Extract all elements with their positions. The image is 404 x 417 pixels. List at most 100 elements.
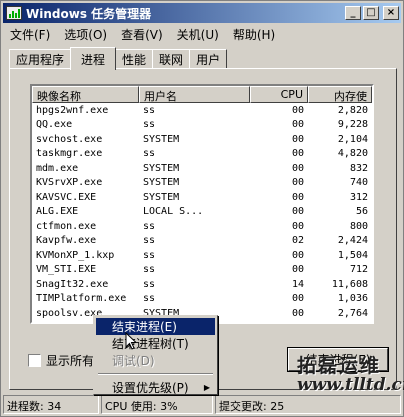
process-user: ss: [143, 264, 156, 276]
process-memory: 16,440: [308, 322, 372, 324]
process-row[interactable]: svchost.exe SYSTEM 00 2,104: [32, 132, 372, 147]
window-title: Windows 任务管理器: [26, 6, 152, 21]
process-name: QQ.exe: [36, 119, 73, 131]
maximize-button[interactable]: □: [363, 6, 379, 20]
tab-networking[interactable]: 联网: [152, 49, 191, 69]
context-end-process-tree[interactable]: 结束进程树(T): [96, 335, 215, 352]
tab-performance[interactable]: 性能: [115, 49, 154, 69]
menu-view[interactable]: 查看(V): [114, 26, 170, 43]
process-list-header: 映像名称 用户名 CPU 内存使: [32, 86, 372, 103]
process-user: ss: [143, 119, 156, 131]
minimize-button[interactable]: _: [345, 6, 361, 20]
process-user: ss: [143, 148, 156, 160]
process-cpu: 00: [291, 264, 304, 276]
menu-options[interactable]: 选项(O): [57, 26, 114, 43]
process-memory: 1,036: [337, 293, 368, 305]
tab-users[interactable]: 用户: [189, 49, 228, 69]
process-memory: 2,104: [337, 133, 368, 145]
tab-strip: 应用程序 进程 性能 联网 用户: [9, 47, 228, 70]
process-cpu: 00: [291, 249, 304, 261]
process-memory: 2,424: [337, 235, 368, 247]
context-set-priority-label: 设置优先级(P): [112, 381, 189, 395]
process-name: ALG.EXE: [36, 206, 79, 218]
context-set-priority[interactable]: 设置优先级(P) ▶: [96, 379, 215, 396]
process-user: ss: [143, 249, 156, 261]
process-row[interactable]: mdm.exe SYSTEM 00 832: [32, 161, 372, 176]
process-cpu: 00: [291, 307, 304, 319]
process-name: SnagIt32.exe: [36, 278, 109, 290]
tab-applications[interactable]: 应用程序: [9, 49, 72, 69]
status-process-count: 进程数: 34: [3, 395, 99, 414]
status-cpu-usage: CPU 使用: 3%: [101, 395, 213, 414]
process-name: KAVSVC.EXE: [36, 191, 97, 203]
show-all-users-option[interactable]: 显示所有: [28, 352, 94, 369]
process-name: mdm.exe: [36, 162, 79, 174]
column-memory[interactable]: 内存使: [308, 86, 372, 103]
process-user: ss: [143, 278, 156, 290]
process-user: SYSTEM: [143, 191, 180, 203]
process-row[interactable]: QQ.exe ss 00 9,228: [32, 118, 372, 133]
task-manager-icon: [6, 6, 22, 20]
process-name: Kavpfw.exe: [36, 235, 97, 247]
process-row[interactable]: SnagIt32.exe ss 14 11,608: [32, 277, 372, 292]
process-memory: 712: [349, 264, 368, 276]
status-commit-charge: 提交更改: 25: [215, 395, 401, 414]
context-end-process[interactable]: 结束进程(E): [96, 318, 215, 335]
show-all-users-label: 显示所有: [46, 354, 95, 368]
process-cpu: 00: [291, 293, 304, 305]
process-memory: 2,764: [337, 307, 368, 319]
process-row[interactable]: KVMonXP_1.kxp ss 00 1,504: [32, 248, 372, 263]
process-user: LOCAL S...: [143, 206, 204, 218]
process-rows: hpgs2wnf.exe ss 00 2,820 QQ.exe ss 00 9,228 svch…: [32, 103, 372, 324]
process-user: ss: [143, 220, 156, 232]
show-all-users-checkbox[interactable]: [28, 354, 41, 367]
process-name: svchost.exe: [36, 133, 103, 145]
process-memory: 56: [355, 206, 368, 218]
title-bar[interactable]: Windows 任务管理器 _ □ ×: [3, 3, 401, 23]
process-cpu: 00: [291, 148, 304, 160]
process-row[interactable]: VM_STI.EXE ss 00 712: [32, 263, 372, 278]
process-user: ss: [143, 293, 156, 305]
process-name: KVMonXP_1.kxp: [36, 249, 115, 261]
process-memory: 9,228: [337, 119, 368, 131]
watermark: 拓磊运维 www.tlltd.cn: [297, 356, 404, 395]
process-row[interactable]: taskmgr.exe ss 00 4,820: [32, 147, 372, 162]
process-user: SYSTEM: [143, 177, 180, 189]
process-cpu: 00: [291, 104, 304, 116]
column-image-name[interactable]: 映像名称: [32, 86, 139, 103]
status-bar: 进程数: 34 CPU 使用: 3% 提交更改: 25: [3, 395, 401, 414]
process-cpu: 00: [291, 177, 304, 189]
process-row[interactable]: ctfmon.exe ss 00 800: [32, 219, 372, 234]
process-user: ss: [143, 104, 156, 116]
process-row[interactable]: KAVSVC.EXE SYSTEM 00 312: [32, 190, 372, 205]
menu-shutdown[interactable]: 关机(U): [170, 26, 226, 43]
close-button[interactable]: ×: [383, 6, 399, 20]
menu-help[interactable]: 帮助(H): [226, 26, 282, 43]
process-memory: 800: [349, 220, 368, 232]
menu-file[interactable]: 文件(F): [3, 26, 57, 43]
mouse-cursor-icon: [125, 332, 137, 350]
process-user: SYSTEM: [143, 162, 180, 174]
context-separator: [98, 373, 213, 375]
process-memory: 11,608: [331, 278, 368, 290]
process-row[interactable]: Kavpfw.exe ss 02 2,424: [32, 234, 372, 249]
process-row[interactable]: ALG.EXE LOCAL S... 00 56: [32, 205, 372, 220]
process-user: SYSTEM: [143, 133, 180, 145]
process-row[interactable]: TIMPlatform.exe ss 00 1,036: [32, 292, 372, 307]
process-cpu: 00: [291, 191, 304, 203]
process-name: KVSrvXP.exe: [36, 177, 103, 189]
process-cpu: 00: [291, 162, 304, 174]
context-menu: 结束进程(E) 结束进程树(T) 调试(D) 设置优先级(P) ▶: [93, 315, 218, 395]
column-cpu[interactable]: CPU: [250, 86, 308, 103]
process-cpu: 14: [291, 278, 304, 290]
tab-processes[interactable]: 进程: [70, 47, 117, 70]
process-memory: 4,820: [337, 148, 368, 160]
watermark-url: www.tlltd.cn: [297, 374, 404, 395]
process-memory: 740: [349, 177, 368, 189]
column-user-name[interactable]: 用户名: [139, 86, 250, 103]
process-cpu: 00: [291, 119, 304, 131]
process-row[interactable]: hpgs2wnf.exe ss 00 2,820: [32, 103, 372, 118]
process-row[interactable]: KVSrvXP.exe SYSTEM 00 740: [32, 176, 372, 191]
process-name: taskmgr.exe: [36, 148, 103, 160]
process-list[interactable]: 映像名称 用户名 CPU 内存使 hpgs2wnf.exe ss 00 2,820 QQ…: [30, 84, 374, 324]
